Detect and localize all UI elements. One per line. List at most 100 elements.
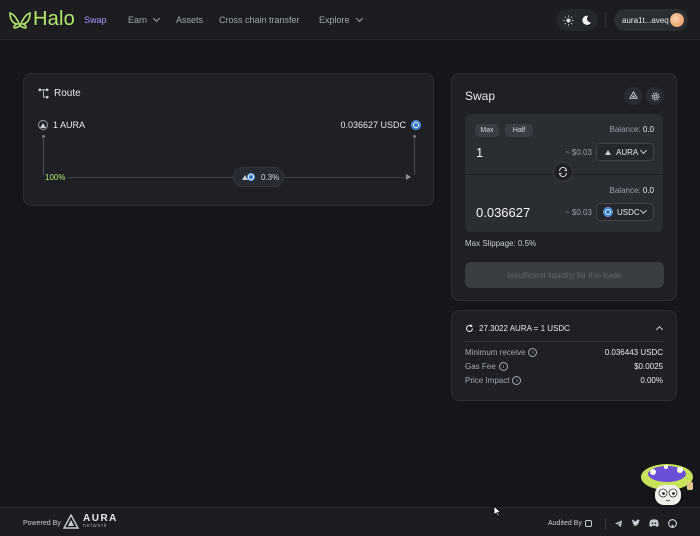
- usdc-token-icon: [411, 120, 421, 130]
- detail-value: 0.036443 USDC: [604, 348, 663, 357]
- from-token-symbol: AURA: [616, 147, 639, 157]
- moon-icon[interactable]: [578, 12, 594, 28]
- from-usd-value: ~ $0.03: [565, 148, 592, 157]
- detail-label: Gas Fee: [465, 362, 496, 371]
- aura-token-icon: [603, 147, 613, 157]
- refresh-icon: [465, 324, 474, 332]
- nav-explore-label: Explore: [319, 15, 350, 25]
- route-icon: [38, 88, 49, 99]
- wallet-address: aura1t...aveq: [622, 15, 669, 25]
- route-card: Route 1 AURA 0.036627 USDC 100% 0.3%: [23, 73, 434, 206]
- aura-token-icon: [38, 120, 48, 130]
- nav-swap-label: Swap: [84, 15, 107, 25]
- info-icon[interactable]: i: [512, 376, 522, 385]
- to-token-select[interactable]: USDC: [596, 203, 654, 221]
- nav-cross-chain-label: Cross chain transfer: [219, 15, 300, 25]
- detail-row-price-impact: Price Impact i 0.00%: [465, 376, 663, 385]
- to-balance-value: 0.0: [642, 186, 654, 195]
- twitter-icon[interactable]: [631, 518, 641, 528]
- max-slippage[interactable]: Max Slippage: 0.5%: [465, 239, 536, 248]
- recycle-icon[interactable]: [624, 87, 642, 105]
- nav-assets[interactable]: Assets: [176, 15, 203, 25]
- to-amount-input[interactable]: 0.036627: [476, 205, 530, 220]
- route-title: Route: [38, 88, 81, 99]
- halo-logo[interactable]: Halo: [9, 8, 75, 31]
- max-button[interactable]: Max: [475, 124, 499, 137]
- audited-by-label: Audited By: [548, 520, 582, 527]
- telegram-icon[interactable]: [613, 518, 623, 528]
- discord-icon[interactable]: [649, 518, 659, 528]
- refresh-swap-icon: [558, 167, 568, 177]
- mushroom-mascot-icon[interactable]: [640, 460, 698, 508]
- route-pool-pill[interactable]: 0.3%: [233, 167, 284, 187]
- detail-row-gas-fee: Gas Fee i $0.0025: [465, 362, 663, 371]
- avatar: [670, 13, 684, 27]
- nav-earn[interactable]: Earn: [128, 14, 161, 25]
- swap-card: Swap Max Half Balance: 0.0 1 ~ $0.03 AUR…: [451, 73, 677, 301]
- top-navbar: Halo Swap Earn Assets Cross chain transf…: [0, 0, 700, 40]
- half-button[interactable]: Half: [505, 124, 533, 137]
- from-balance: Balance: 0.0: [610, 125, 655, 134]
- nav-swap[interactable]: Swap: [84, 15, 107, 25]
- footer-divider: [605, 519, 606, 529]
- swap-title: Swap: [465, 89, 496, 103]
- route-split-percent: 100%: [45, 173, 66, 182]
- header-divider: [605, 12, 606, 28]
- nav-assets-label: Assets: [176, 15, 204, 25]
- to-balance: Balance: 0.0: [610, 186, 655, 195]
- mouse-cursor-icon: [493, 505, 502, 517]
- detail-value: 0.00%: [640, 376, 663, 385]
- chevron-down-icon: [152, 14, 161, 23]
- detail-row-minimum-receive: Minimum receive i 0.036443 USDC: [465, 348, 663, 357]
- pool-fee: 0.3%: [261, 172, 280, 182]
- info-icon[interactable]: i: [528, 348, 538, 357]
- route-title-label: Route: [54, 88, 81, 99]
- auditor-icon: [584, 520, 592, 527]
- to-token-panel: Balance: 0.0 0.036627 ~ $0.03 USDC: [465, 174, 663, 232]
- swap-submit-button[interactable]: Insufficient liquidity for this trade: [465, 262, 664, 288]
- route-arrow-icon: [406, 174, 411, 180]
- butterfly-logo-icon: [9, 11, 31, 29]
- github-icon[interactable]: [667, 518, 677, 528]
- to-token-symbol: USDC: [617, 207, 640, 217]
- route-left-line: [43, 137, 44, 175]
- settings-gear-icon[interactable]: [646, 87, 664, 105]
- chevron-down-icon: [639, 146, 648, 155]
- exchange-rate[interactable]: 27.3022 AURA = 1 USDC: [465, 324, 570, 333]
- theme-toggle: [556, 9, 598, 31]
- wallet-button[interactable]: aura1t...aveq: [614, 9, 688, 31]
- aura-brand-sub: network: [83, 523, 108, 529]
- detail-label: Price Impact: [465, 376, 510, 385]
- detail-label: Minimum receive: [465, 348, 526, 357]
- nav-explore[interactable]: Explore: [319, 14, 363, 25]
- chevron-down-icon: [355, 14, 363, 23]
- powered-by-label: Powered By: [23, 520, 61, 527]
- from-balance-value: 0.0: [642, 125, 654, 134]
- nav-cross-chain-transfer[interactable]: Cross chain transfer: [219, 15, 300, 25]
- chevron-up-icon[interactable]: [655, 325, 664, 334]
- details-divider: [465, 341, 663, 342]
- usdc-token-icon: [603, 207, 613, 217]
- aura-logo-icon: [63, 514, 79, 529]
- usdc-token-icon: [247, 173, 255, 181]
- nav-earn-label: Earn: [128, 15, 148, 25]
- sun-icon[interactable]: [560, 12, 576, 28]
- from-token-select[interactable]: AURA: [596, 143, 654, 161]
- swap-details-card: 27.3022 AURA = 1 USDC Minimum receive i 0…: [451, 310, 677, 401]
- route-from-token: 1 AURA: [38, 120, 85, 130]
- detail-value: $0.0025: [634, 362, 663, 371]
- to-balance-label: Balance:: [609, 186, 641, 195]
- route-to-token: 0.036627 USDC: [340, 120, 421, 130]
- from-amount-input[interactable]: 1: [476, 145, 483, 160]
- info-icon[interactable]: i: [498, 362, 508, 371]
- switch-direction-button[interactable]: [553, 162, 573, 182]
- aura-network-logo[interactable]: AURA network: [63, 514, 118, 529]
- route-right-line: [414, 137, 415, 175]
- chevron-down-icon: [639, 206, 648, 215]
- brand-name: Halo: [33, 8, 75, 30]
- footer: Powered By AURA network Audited By: [0, 507, 700, 536]
- audited-by[interactable]: Audited By: [548, 520, 592, 527]
- from-balance-label: Balance:: [609, 125, 641, 134]
- route-from-amount: 1 AURA: [53, 120, 86, 130]
- route-to-amount: 0.036627 USDC: [340, 120, 406, 130]
